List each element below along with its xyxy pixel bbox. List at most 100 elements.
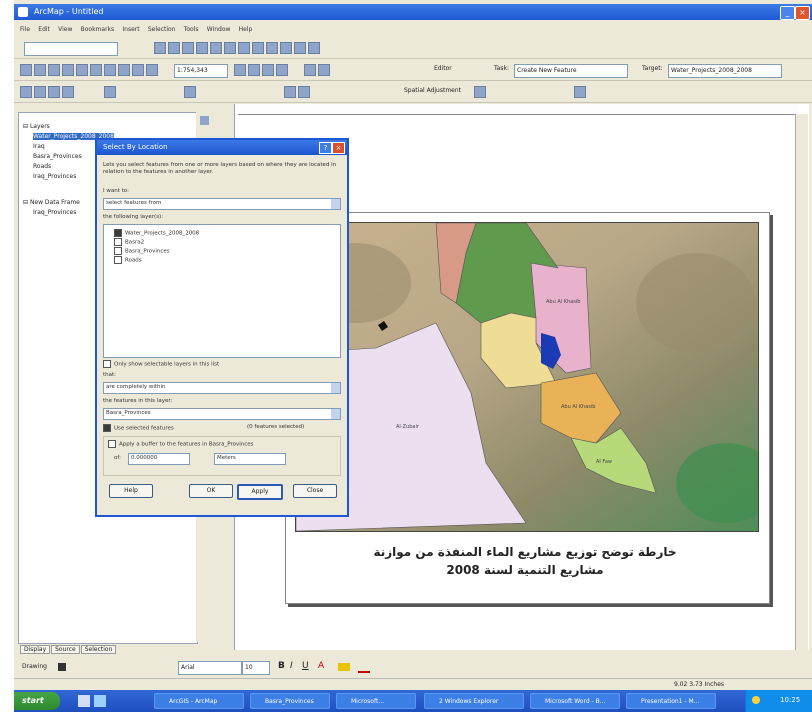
taskbar-task[interactable]: Microsoft... xyxy=(336,693,416,709)
relationship-select[interactable]: are completely within xyxy=(103,382,341,394)
find-icon[interactable] xyxy=(266,42,278,54)
dialog-help-icon[interactable]: ? xyxy=(319,142,332,154)
undo-icon[interactable] xyxy=(132,64,144,76)
help-button[interactable]: Help xyxy=(109,484,153,498)
chevron-down-icon[interactable] xyxy=(331,383,340,393)
adjust-icon[interactable] xyxy=(474,86,486,98)
ok-button[interactable]: OK xyxy=(189,484,233,498)
menu-file[interactable]: File xyxy=(20,26,30,33)
layout-full-icon[interactable] xyxy=(48,86,60,98)
close-button[interactable]: Close xyxy=(293,484,337,498)
chevron-down-icon[interactable] xyxy=(331,199,340,209)
arcatalog-icon[interactable] xyxy=(262,64,274,76)
taskbar-task[interactable]: Basra_Provinces xyxy=(250,693,330,709)
marker-icon[interactable] xyxy=(298,86,310,98)
close-button[interactable]: × xyxy=(795,6,810,20)
bold-icon[interactable]: B xyxy=(278,661,285,671)
checkbox[interactable] xyxy=(114,256,122,264)
arctoolbox-icon[interactable] xyxy=(276,64,288,76)
tray-icon[interactable] xyxy=(752,696,760,704)
taskbar-task[interactable]: Microsoft Word - B... xyxy=(530,693,620,709)
menu-window[interactable]: Window xyxy=(207,26,231,33)
layout-vertical-scrollbar[interactable] xyxy=(795,114,808,650)
toc-layer-basra-provinces[interactable]: Basra_Provinces xyxy=(33,153,82,160)
toc-layer-iraq[interactable]: Iraq xyxy=(33,143,45,150)
layer-option[interactable]: Roads xyxy=(114,256,142,264)
menu-insert[interactable]: Insert xyxy=(122,26,139,33)
layers-group[interactable]: ⊟ Layers xyxy=(23,123,50,130)
new-icon[interactable] xyxy=(20,64,32,76)
menu-edit[interactable]: Edit xyxy=(38,26,50,33)
menu-bookmarks[interactable]: Bookmarks xyxy=(81,26,115,33)
tab-selection[interactable]: Selection xyxy=(80,645,117,654)
checkbox[interactable] xyxy=(114,238,122,246)
layer-option[interactable]: Basra2 xyxy=(114,238,144,246)
layout-group[interactable]: ⊟ New Data Frame xyxy=(23,199,80,206)
dialog-close-icon[interactable]: × xyxy=(332,142,345,154)
cut-icon[interactable] xyxy=(76,64,88,76)
apply-button[interactable]: Apply xyxy=(237,484,283,500)
spatial-adjustment-menu[interactable]: Spatial Adjustment xyxy=(404,87,461,94)
vertex-icon[interactable] xyxy=(318,64,330,76)
features-layer-select[interactable]: Basra_Provinces xyxy=(103,408,341,420)
italic-icon[interactable]: I xyxy=(290,661,293,671)
print-icon[interactable] xyxy=(62,64,74,76)
address-combo[interactable] xyxy=(24,42,118,56)
menu-help[interactable]: Help xyxy=(239,26,253,33)
taskbar-task[interactable]: Presentation1 - M... xyxy=(626,693,716,709)
tab-display[interactable]: Display xyxy=(20,645,51,654)
layer-option[interactable]: Basra_Provinces xyxy=(114,247,170,255)
buffer-distance-input[interactable]: 0.000000 xyxy=(128,453,190,465)
line-color-icon[interactable] xyxy=(358,663,370,673)
zoom-out-icon[interactable] xyxy=(168,42,180,54)
identify-icon[interactable] xyxy=(252,42,264,54)
drawing-menu[interactable]: Drawing xyxy=(22,663,47,670)
text-tool-icon[interactable] xyxy=(284,86,296,98)
taskbar-task[interactable]: 2 Windows Explorer xyxy=(424,693,524,709)
scale-combo[interactable]: 1:754,343 xyxy=(174,64,228,78)
add-data-icon[interactable] xyxy=(104,86,116,98)
layout-pan-icon[interactable] xyxy=(34,86,46,98)
chevron-down-icon[interactable] xyxy=(331,409,340,419)
open-icon[interactable] xyxy=(34,64,46,76)
toc-layout-layer[interactable]: Iraq_Provinces xyxy=(33,209,76,216)
editor-menu[interactable]: Editor xyxy=(434,65,452,72)
buffer-option[interactable]: Apply a buffer to the features in Basra_… xyxy=(108,440,254,448)
measure-icon[interactable] xyxy=(280,42,292,54)
font-size-combo[interactable]: 10 xyxy=(242,661,270,675)
link-icon[interactable] xyxy=(574,86,586,98)
save-icon[interactable] xyxy=(48,64,60,76)
map-data-frame[interactable]: Al-Zubair Abu Al Khasib Al Faw Abu Al Kh… xyxy=(295,222,759,532)
select-features-icon[interactable] xyxy=(238,42,250,54)
tab-source[interactable]: Source xyxy=(51,645,80,654)
checkbox-checked[interactable] xyxy=(103,424,111,432)
full-extent-icon[interactable] xyxy=(196,42,208,54)
method-select[interactable]: select features from xyxy=(103,198,341,210)
redo-icon[interactable] xyxy=(146,64,158,76)
target-combo[interactable]: Water_Projects_2008_2008 xyxy=(668,64,782,78)
quick-launch-icon[interactable] xyxy=(94,695,106,707)
start-button[interactable]: start xyxy=(14,692,60,710)
checkbox[interactable] xyxy=(103,360,111,368)
minimize-button[interactable]: _ xyxy=(780,6,795,20)
layer-option[interactable]: Water_Projects_2008_2008 xyxy=(114,229,199,237)
menu-tools[interactable]: Tools xyxy=(184,26,199,33)
task-combo[interactable]: Create New Feature xyxy=(514,64,628,78)
buffer-units-select[interactable]: Meters xyxy=(214,453,286,465)
copy-icon[interactable] xyxy=(90,64,102,76)
only-show-option[interactable]: Only show selectable layers in this list xyxy=(103,360,219,368)
checkbox-checked[interactable] xyxy=(114,229,122,237)
checkbox[interactable] xyxy=(114,247,122,255)
toc-layer-roads[interactable]: Roads xyxy=(33,163,51,170)
pan-icon[interactable] xyxy=(182,42,194,54)
checkbox[interactable] xyxy=(108,440,116,448)
underline-icon[interactable]: U xyxy=(302,661,309,671)
layout-fixed-zoom-icon[interactable] xyxy=(62,86,74,98)
sketch-icon[interactable] xyxy=(248,64,260,76)
menu-selection[interactable]: Selection xyxy=(148,26,176,33)
menu-view[interactable]: View xyxy=(58,26,72,33)
cursor-icon[interactable] xyxy=(184,86,196,98)
zoom-in-icon[interactable] xyxy=(154,42,166,54)
delete-icon[interactable] xyxy=(118,64,130,76)
forward-icon[interactable] xyxy=(224,42,236,54)
